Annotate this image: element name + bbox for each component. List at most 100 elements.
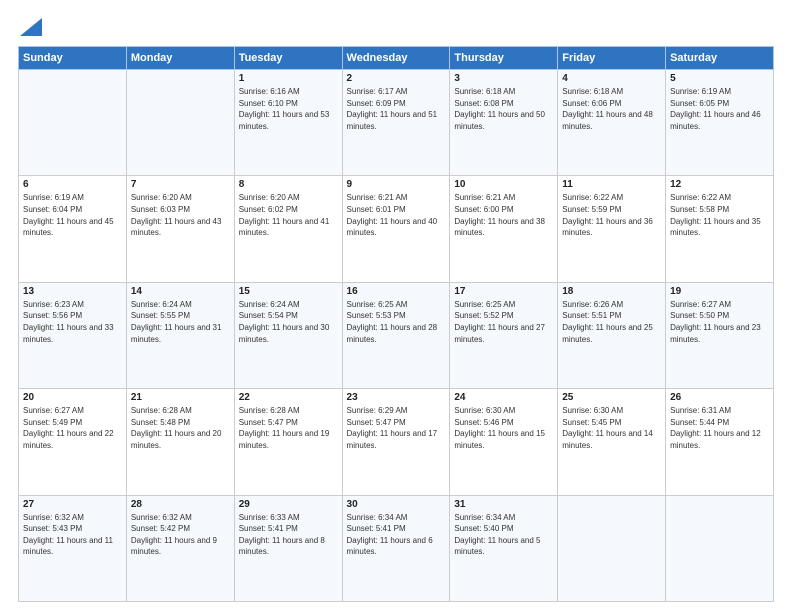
calendar-cell: 4Sunrise: 6:18 AM Sunset: 6:06 PM Daylig…	[558, 70, 666, 176]
calendar-cell: 25Sunrise: 6:30 AM Sunset: 5:45 PM Dayli…	[558, 389, 666, 495]
day-number: 1	[239, 73, 338, 84]
day-info: Sunrise: 6:31 AM Sunset: 5:44 PM Dayligh…	[670, 405, 769, 451]
weekday-header-saturday: Saturday	[666, 47, 774, 70]
day-info: Sunrise: 6:32 AM Sunset: 5:42 PM Dayligh…	[131, 512, 230, 558]
weekday-header-wednesday: Wednesday	[342, 47, 450, 70]
weekday-row: SundayMondayTuesdayWednesdayThursdayFrid…	[19, 47, 774, 70]
day-number: 2	[347, 73, 446, 84]
day-number: 30	[347, 499, 446, 510]
calendar-cell: 17 Sunrise: 6:25 AM Sunset: 5:52 PM Dayli…	[450, 282, 558, 388]
week-row-0: 1 Sunrise: 6:16 AM Sunset: 6:10 PM Daylig…	[19, 70, 774, 176]
day-number: 5	[670, 73, 769, 84]
day-number: 14	[131, 286, 230, 297]
day-info: Sunrise: 6:18 AM Sunset: 6:08 PM Dayligh…	[454, 86, 553, 132]
calendar-cell: 12 Sunrise: 6:22 AM Sunset: 5:58 PM Dayli…	[666, 176, 774, 282]
day-info: Sunrise: 6:30 AM Sunset: 5:45 PM Dayligh…	[562, 405, 661, 451]
day-number: 19	[670, 286, 769, 297]
day-number: 23	[347, 392, 446, 403]
day-number: 29	[239, 499, 338, 510]
logo	[18, 18, 42, 36]
day-number: 17	[454, 286, 553, 297]
day-info: Sunrise: 6:27 AM Sunset: 5:49 PM Dayligh…	[23, 405, 122, 451]
calendar-cell: 2 Sunrise: 6:17 AM Sunset: 6:09 PM Daylig…	[342, 70, 450, 176]
day-number: 20	[23, 392, 122, 403]
calendar-cell: 28 Sunrise: 6:32 AM Sunset: 5:42 PM Dayli…	[126, 495, 234, 601]
day-info: Sunrise: 6:27 AM Sunset: 5:50 PM Dayligh…	[670, 299, 769, 345]
day-number: 6	[23, 179, 122, 190]
day-info: Sunrise: 6:20 AM Sunset: 6:03 PM Dayligh…	[131, 192, 230, 238]
calendar-cell: 9Sunrise: 6:21 AM Sunset: 6:01 PM Daylig…	[342, 176, 450, 282]
day-number: 3	[454, 73, 553, 84]
day-info: Sunrise: 6:21 AM Sunset: 6:01 PM Dayligh…	[347, 192, 446, 238]
day-info: Sunrise: 6:20 AM Sunset: 6:02 PM Dayligh…	[239, 192, 338, 238]
week-row-4: 27Sunrise: 6:32 AM Sunset: 5:43 PM Dayli…	[19, 495, 774, 601]
calendar-cell: 20 Sunrise: 6:27 AM Sunset: 5:49 PM Dayli…	[19, 389, 127, 495]
day-info: Sunrise: 6:34 AM Sunset: 5:40 PM Dayligh…	[454, 512, 553, 558]
day-info: Sunrise: 6:23 AM Sunset: 5:56 PM Dayligh…	[23, 299, 122, 345]
day-number: 16	[347, 286, 446, 297]
day-info: Sunrise: 6:22 AM Sunset: 5:58 PM Dayligh…	[670, 192, 769, 238]
day-info: Sunrise: 6:25 AM Sunset: 5:52 PM Dayligh…	[454, 299, 553, 345]
day-info: Sunrise: 6:28 AM Sunset: 5:48 PM Dayligh…	[131, 405, 230, 451]
weekday-header-friday: Friday	[558, 47, 666, 70]
day-number: 15	[239, 286, 338, 297]
calendar-cell	[666, 495, 774, 601]
calendar-cell: 18 Sunrise: 6:26 AM Sunset: 5:51 PM Dayli…	[558, 282, 666, 388]
day-number: 12	[670, 179, 769, 190]
calendar-cell	[19, 70, 127, 176]
calendar-cell: 11 Sunrise: 6:22 AM Sunset: 5:59 PM Dayli…	[558, 176, 666, 282]
calendar-cell: 1 Sunrise: 6:16 AM Sunset: 6:10 PM Daylig…	[234, 70, 342, 176]
calendar-cell: 24 Sunrise: 6:30 AM Sunset: 5:46 PM Dayli…	[450, 389, 558, 495]
calendar-cell: 31 Sunrise: 6:34 AM Sunset: 5:40 PM Dayli…	[450, 495, 558, 601]
day-info: Sunrise: 6:33 AM Sunset: 5:41 PM Dayligh…	[239, 512, 338, 558]
day-info: Sunrise: 6:30 AM Sunset: 5:46 PM Dayligh…	[454, 405, 553, 451]
calendar-cell: 23 Sunrise: 6:29 AM Sunset: 5:47 PM Dayli…	[342, 389, 450, 495]
calendar: SundayMondayTuesdayWednesdayThursdayFrid…	[18, 46, 774, 602]
day-number: 8	[239, 179, 338, 190]
weekday-header-thursday: Thursday	[450, 47, 558, 70]
day-info: Sunrise: 6:29 AM Sunset: 5:47 PM Dayligh…	[347, 405, 446, 451]
logo-icon	[20, 18, 42, 36]
calendar-cell	[558, 495, 666, 601]
day-number: 27	[23, 499, 122, 510]
day-info: Sunrise: 6:28 AM Sunset: 5:47 PM Dayligh…	[239, 405, 338, 451]
day-number: 28	[131, 499, 230, 510]
calendar-cell: 15 Sunrise: 6:24 AM Sunset: 5:54 PM Dayli…	[234, 282, 342, 388]
day-info: Sunrise: 6:24 AM Sunset: 5:54 PM Dayligh…	[239, 299, 338, 345]
calendar-cell: 22Sunrise: 6:28 AM Sunset: 5:47 PM Dayli…	[234, 389, 342, 495]
week-row-3: 20 Sunrise: 6:27 AM Sunset: 5:49 PM Dayli…	[19, 389, 774, 495]
calendar-cell: 27Sunrise: 6:32 AM Sunset: 5:43 PM Dayli…	[19, 495, 127, 601]
day-info: Sunrise: 6:17 AM Sunset: 6:09 PM Dayligh…	[347, 86, 446, 132]
header	[18, 18, 774, 36]
calendar-body: 1 Sunrise: 6:16 AM Sunset: 6:10 PM Daylig…	[19, 70, 774, 602]
calendar-cell: 6 Sunrise: 6:19 AM Sunset: 6:04 PM Daylig…	[19, 176, 127, 282]
calendar-cell: 30Sunrise: 6:34 AM Sunset: 5:41 PM Dayli…	[342, 495, 450, 601]
day-info: Sunrise: 6:19 AM Sunset: 6:04 PM Dayligh…	[23, 192, 122, 238]
calendar-cell: 13 Sunrise: 6:23 AM Sunset: 5:56 PM Dayli…	[19, 282, 127, 388]
weekday-header-sunday: Sunday	[19, 47, 127, 70]
day-number: 24	[454, 392, 553, 403]
day-info: Sunrise: 6:18 AM Sunset: 6:06 PM Dayligh…	[562, 86, 661, 132]
day-info: Sunrise: 6:25 AM Sunset: 5:53 PM Dayligh…	[347, 299, 446, 345]
page: SundayMondayTuesdayWednesdayThursdayFrid…	[0, 0, 792, 612]
calendar-cell: 7 Sunrise: 6:20 AM Sunset: 6:03 PM Daylig…	[126, 176, 234, 282]
calendar-header: SundayMondayTuesdayWednesdayThursdayFrid…	[19, 47, 774, 70]
calendar-cell: 8 Sunrise: 6:20 AM Sunset: 6:02 PM Daylig…	[234, 176, 342, 282]
day-info: Sunrise: 6:24 AM Sunset: 5:55 PM Dayligh…	[131, 299, 230, 345]
day-info: Sunrise: 6:16 AM Sunset: 6:10 PM Dayligh…	[239, 86, 338, 132]
day-info: Sunrise: 6:21 AM Sunset: 6:00 PM Dayligh…	[454, 192, 553, 238]
day-number: 11	[562, 179, 661, 190]
week-row-1: 6 Sunrise: 6:19 AM Sunset: 6:04 PM Daylig…	[19, 176, 774, 282]
day-number: 13	[23, 286, 122, 297]
day-number: 31	[454, 499, 553, 510]
day-info: Sunrise: 6:22 AM Sunset: 5:59 PM Dayligh…	[562, 192, 661, 238]
day-info: Sunrise: 6:19 AM Sunset: 6:05 PM Dayligh…	[670, 86, 769, 132]
day-number: 18	[562, 286, 661, 297]
day-number: 7	[131, 179, 230, 190]
day-number: 10	[454, 179, 553, 190]
calendar-cell: 29 Sunrise: 6:33 AM Sunset: 5:41 PM Dayli…	[234, 495, 342, 601]
calendar-cell: 21Sunrise: 6:28 AM Sunset: 5:48 PM Dayli…	[126, 389, 234, 495]
day-info: Sunrise: 6:26 AM Sunset: 5:51 PM Dayligh…	[562, 299, 661, 345]
calendar-cell: 16 Sunrise: 6:25 AM Sunset: 5:53 PM Dayli…	[342, 282, 450, 388]
week-row-2: 13 Sunrise: 6:23 AM Sunset: 5:56 PM Dayli…	[19, 282, 774, 388]
